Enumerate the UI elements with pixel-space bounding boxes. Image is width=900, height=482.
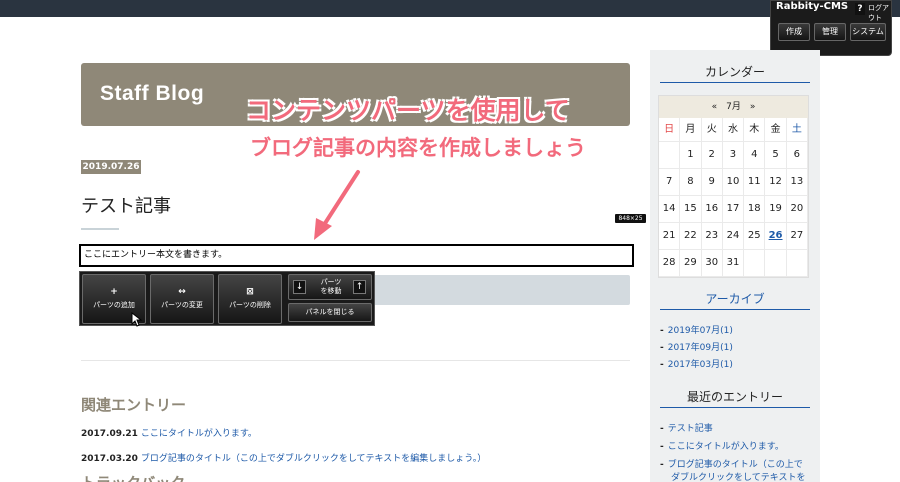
sidebar: カレンダー « 7月 » 日月火水木金土 1 2 3 4 5 6 7 8 9 10 11 12 13 14 1… [650,50,820,482]
calendar-day: 27 [786,223,808,250]
calendar-day [765,250,787,277]
calendar-day: 15 [680,196,702,223]
recent-heading-underline [660,407,810,408]
calendar-weekday: 日 [659,118,681,142]
calendar-day: 24 [722,223,745,250]
calendar-day: 19 [765,196,787,223]
parts-strip [372,275,630,305]
swap-icon: ↔ [178,287,186,297]
delete-icon: ⊠ [246,287,254,297]
calendar-weekday: 火 [701,118,723,142]
calendar-day: 5 [765,142,787,169]
archive-item[interactable]: -2017年09月(1) [660,342,733,355]
calendar-day: 20 [786,196,808,223]
logout-button[interactable]: ログアウト [868,3,891,23]
calendar-day [786,250,808,277]
calendar-heading: カレンダー [704,65,765,79]
related-entry-item: 2017.09.21 ここにタイトルが入ります。 [81,429,257,439]
close-panel-button[interactable]: パネルを閉じる [288,303,372,322]
calendar-day: 14 [659,196,681,223]
move-part-group: ↓ パーツ を移動 ↑ [288,274,372,300]
calendar-day: 16 [701,196,723,223]
calendar-day[interactable]: 26 [765,223,787,250]
move-up-button[interactable]: ↑ [353,280,366,294]
parts-panel: + パーツの追加 ↔ パーツの変更 ⊠ パーツの削除 ↓ パーツ を移動 ↑ パネ… [79,271,375,326]
top-bar [0,0,900,17]
calendar-month-nav[interactable]: « 7月 » [659,96,808,118]
help-button[interactable]: ? [855,3,865,15]
calendar-day [744,250,766,277]
related-entry-item: 2017.03.20 ブログ記事のタイトル（この上でダブルクリックをしてテキスト… [81,454,487,464]
calendar-day: 6 [786,142,808,169]
archive-heading: アーカイブ [705,292,765,306]
calendar-day: 21 [659,223,681,250]
cms-panel: Rabbity-CMS ? ログアウト 作成 管理 システム [770,0,892,56]
calendar-day: 3 [722,142,745,169]
mouse-cursor-icon [131,312,143,327]
calendar-day: 13 [786,169,808,196]
calendar-day: 2 [701,142,723,169]
move-part-label: パーツ を移動 [320,278,342,295]
delete-part-label: パーツの削除 [229,301,271,309]
post-date: 2019.07.26 [81,160,141,174]
move-down-button[interactable]: ↓ [293,280,306,294]
add-part-label: パーツの追加 [93,301,135,309]
calendar-grid: 日月火水木金土 1 2 3 4 5 6 7 8 9 10 11 12 13 14 15 16 17 18 19 20 21… [659,118,808,277]
calendar-weekday: 土 [786,118,808,142]
calendar-day: 31 [722,250,745,277]
archive-heading-underline [660,309,810,310]
manage-button[interactable]: 管理 [814,23,846,41]
calendar-day [659,142,681,169]
calendar-day: 18 [744,196,766,223]
related-entries-heading: 関連エントリー [81,396,187,414]
trackback-heading: トラックバック [81,472,185,482]
plus-icon: + [110,287,118,297]
calendar-day: 8 [680,169,702,196]
calendar-day: 1 [680,142,702,169]
title-underline [81,228,119,230]
calendar-day: 10 [722,169,745,196]
site-title[interactable]: Staff Blog [100,82,204,106]
entry-body-editor[interactable]: ここにエントリー本文を書きます。 [79,244,634,267]
calendar-day: 23 [701,223,723,250]
create-button[interactable]: 作成 [778,23,810,41]
calendar-day: 17 [722,196,745,223]
archive-item[interactable]: -2019年07月(1) [660,325,733,338]
calendar-weekday: 水 [722,118,745,142]
calendar-day: 29 [680,250,702,277]
calendar-day: 4 [744,142,766,169]
content-divider [81,360,630,361]
calendar-day: 9 [701,169,723,196]
post-title: テスト記事 [81,196,171,217]
recent-entry-item-continued[interactable]: ダブルクリックをしてテキストを [671,472,805,482]
cms-logo: Rabbity-CMS [776,1,849,12]
calendar: « 7月 » 日月火水木金土 1 2 3 4 5 6 7 8 9 10 11 12 13 14 15 16 17 1… [658,95,809,278]
annotation-arrow-icon [314,170,360,240]
related-entry-link[interactable]: ここにタイトルが入ります。 [141,429,257,439]
recent-entries-heading: 最近のエントリー [686,390,783,404]
calendar-day: 25 [744,223,766,250]
calendar-weekday: 月 [680,118,702,142]
archive-item[interactable]: -2017年03月(1) [660,359,733,372]
calendar-day: 22 [680,223,702,250]
annotation-line-1: コンテンツパーツを使用して [246,96,570,125]
calendar-day: 12 [765,169,787,196]
recent-entry-item[interactable]: - テスト記事 [660,423,713,436]
calendar-weekday: 木 [744,118,766,142]
recent-entry-item[interactable]: - ブログ記事のタイトル（この上で [660,459,803,472]
delete-part-button[interactable]: ⊠ パーツの削除 [218,274,282,324]
calendar-heading-underline [660,82,810,83]
change-part-label: パーツの変更 [161,301,203,309]
size-badge: 848×25 [615,214,646,223]
related-entry-link[interactable]: ブログ記事のタイトル（この上でダブルクリックをしてテキストを編集しましょう。） [141,454,486,464]
calendar-day: 30 [701,250,723,277]
calendar-day: 11 [744,169,766,196]
annotation-line-2: ブログ記事の内容を作成しましょう [250,136,586,160]
change-part-button[interactable]: ↔ パーツの変更 [150,274,214,324]
system-button[interactable]: システム [850,23,886,41]
recent-entry-item[interactable]: - ここにタイトルが入ります。 [660,441,784,454]
calendar-day: 7 [659,169,681,196]
calendar-day: 28 [659,250,681,277]
calendar-weekday: 金 [765,118,787,142]
